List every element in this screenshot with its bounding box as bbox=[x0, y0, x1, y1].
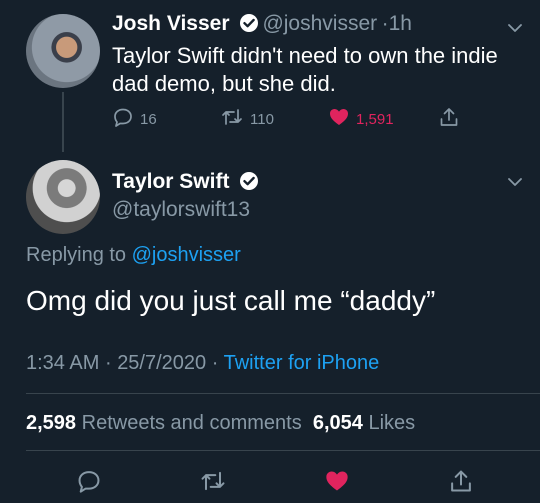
share-icon bbox=[438, 106, 460, 132]
tweet-time[interactable]: 1:34 AM bbox=[26, 352, 99, 374]
reply-count: 16 bbox=[140, 110, 157, 128]
retweet-button[interactable] bbox=[199, 468, 227, 499]
retweets-count: 2,598 bbox=[26, 412, 77, 434]
replying-to-line: Replying to @joshvisser bbox=[26, 244, 241, 267]
author-name[interactable]: Josh Visser bbox=[112, 12, 230, 35]
verified-badge-icon bbox=[239, 14, 258, 32]
divider bbox=[26, 450, 540, 451]
share-button[interactable] bbox=[438, 106, 460, 132]
parent-tweet-header: Josh Visser @joshvisser ·1h bbox=[112, 12, 412, 36]
meta-dot: · bbox=[211, 352, 219, 374]
heart-icon bbox=[324, 471, 350, 498]
like-count: 1,591 bbox=[356, 110, 394, 128]
main-tweet-name-row: Taylor Swift bbox=[112, 170, 258, 194]
tweet-meta-line: 1:34 AM · 25/7/2020 · Twitter for iPhone bbox=[26, 352, 379, 375]
tweet-source-link[interactable]: Twitter for iPhone bbox=[224, 352, 380, 374]
likes-count: 6,054 bbox=[312, 412, 363, 434]
replying-prefix: Replying to bbox=[26, 244, 127, 266]
verified-badge-icon bbox=[239, 172, 258, 190]
chevron-down-icon[interactable] bbox=[507, 174, 523, 195]
tweet-time[interactable]: 1h bbox=[389, 12, 412, 35]
replying-to-handle-link[interactable]: @joshvisser bbox=[132, 244, 241, 266]
main-tweet-action-bar bbox=[0, 460, 540, 503]
tweet-date[interactable]: 25/7/2020 bbox=[117, 352, 206, 374]
reply-button[interactable] bbox=[76, 468, 102, 499]
engagement-stats: 2,598 Retweets and comments 6,054 Likes bbox=[26, 412, 415, 435]
retweet-icon bbox=[199, 471, 227, 498]
avatar-taylor-swift[interactable] bbox=[26, 160, 100, 234]
like-button[interactable]: 1,591 bbox=[328, 106, 394, 132]
author-handle[interactable]: @joshvisser bbox=[262, 12, 377, 35]
author-name[interactable]: Taylor Swift bbox=[112, 170, 229, 193]
reply-icon bbox=[112, 106, 134, 132]
thread-connector-line bbox=[62, 92, 64, 152]
parent-tweet-text: Taylor Swift didn't need to own the indi… bbox=[112, 42, 498, 98]
likes-stat[interactable]: 6,054 Likes bbox=[313, 412, 415, 434]
share-button[interactable] bbox=[448, 468, 474, 499]
like-button[interactable] bbox=[324, 468, 350, 499]
reply-button[interactable]: 16 bbox=[112, 106, 157, 132]
retweet-button[interactable]: 110 bbox=[220, 106, 274, 132]
author-handle[interactable]: @taylorswift13 bbox=[112, 198, 250, 222]
meta-dot: · bbox=[104, 352, 112, 374]
heart-icon bbox=[328, 106, 350, 132]
likes-label: Likes bbox=[368, 412, 416, 434]
retweets-stat[interactable]: 2,598 Retweets and comments bbox=[26, 412, 302, 434]
reply-icon bbox=[76, 471, 102, 498]
main-tweet-text: Omg did you just call me “daddy” bbox=[26, 285, 436, 316]
retweet-count: 110 bbox=[250, 110, 274, 128]
parent-tweet-actions: 16 110 1,591 bbox=[112, 106, 472, 130]
avatar-josh-visser[interactable] bbox=[26, 14, 100, 88]
chevron-down-icon[interactable] bbox=[507, 20, 523, 41]
retweet-icon bbox=[220, 106, 244, 132]
parent-tweet-text-line1: Taylor Swift didn't need to own the indi… bbox=[112, 43, 498, 68]
parent-tweet-text-line2: dad demo, but she did. bbox=[112, 71, 336, 96]
separator-dot: · bbox=[381, 12, 389, 35]
retweets-label: Retweets and comments bbox=[81, 412, 302, 434]
divider bbox=[26, 393, 540, 394]
share-icon bbox=[448, 470, 474, 498]
